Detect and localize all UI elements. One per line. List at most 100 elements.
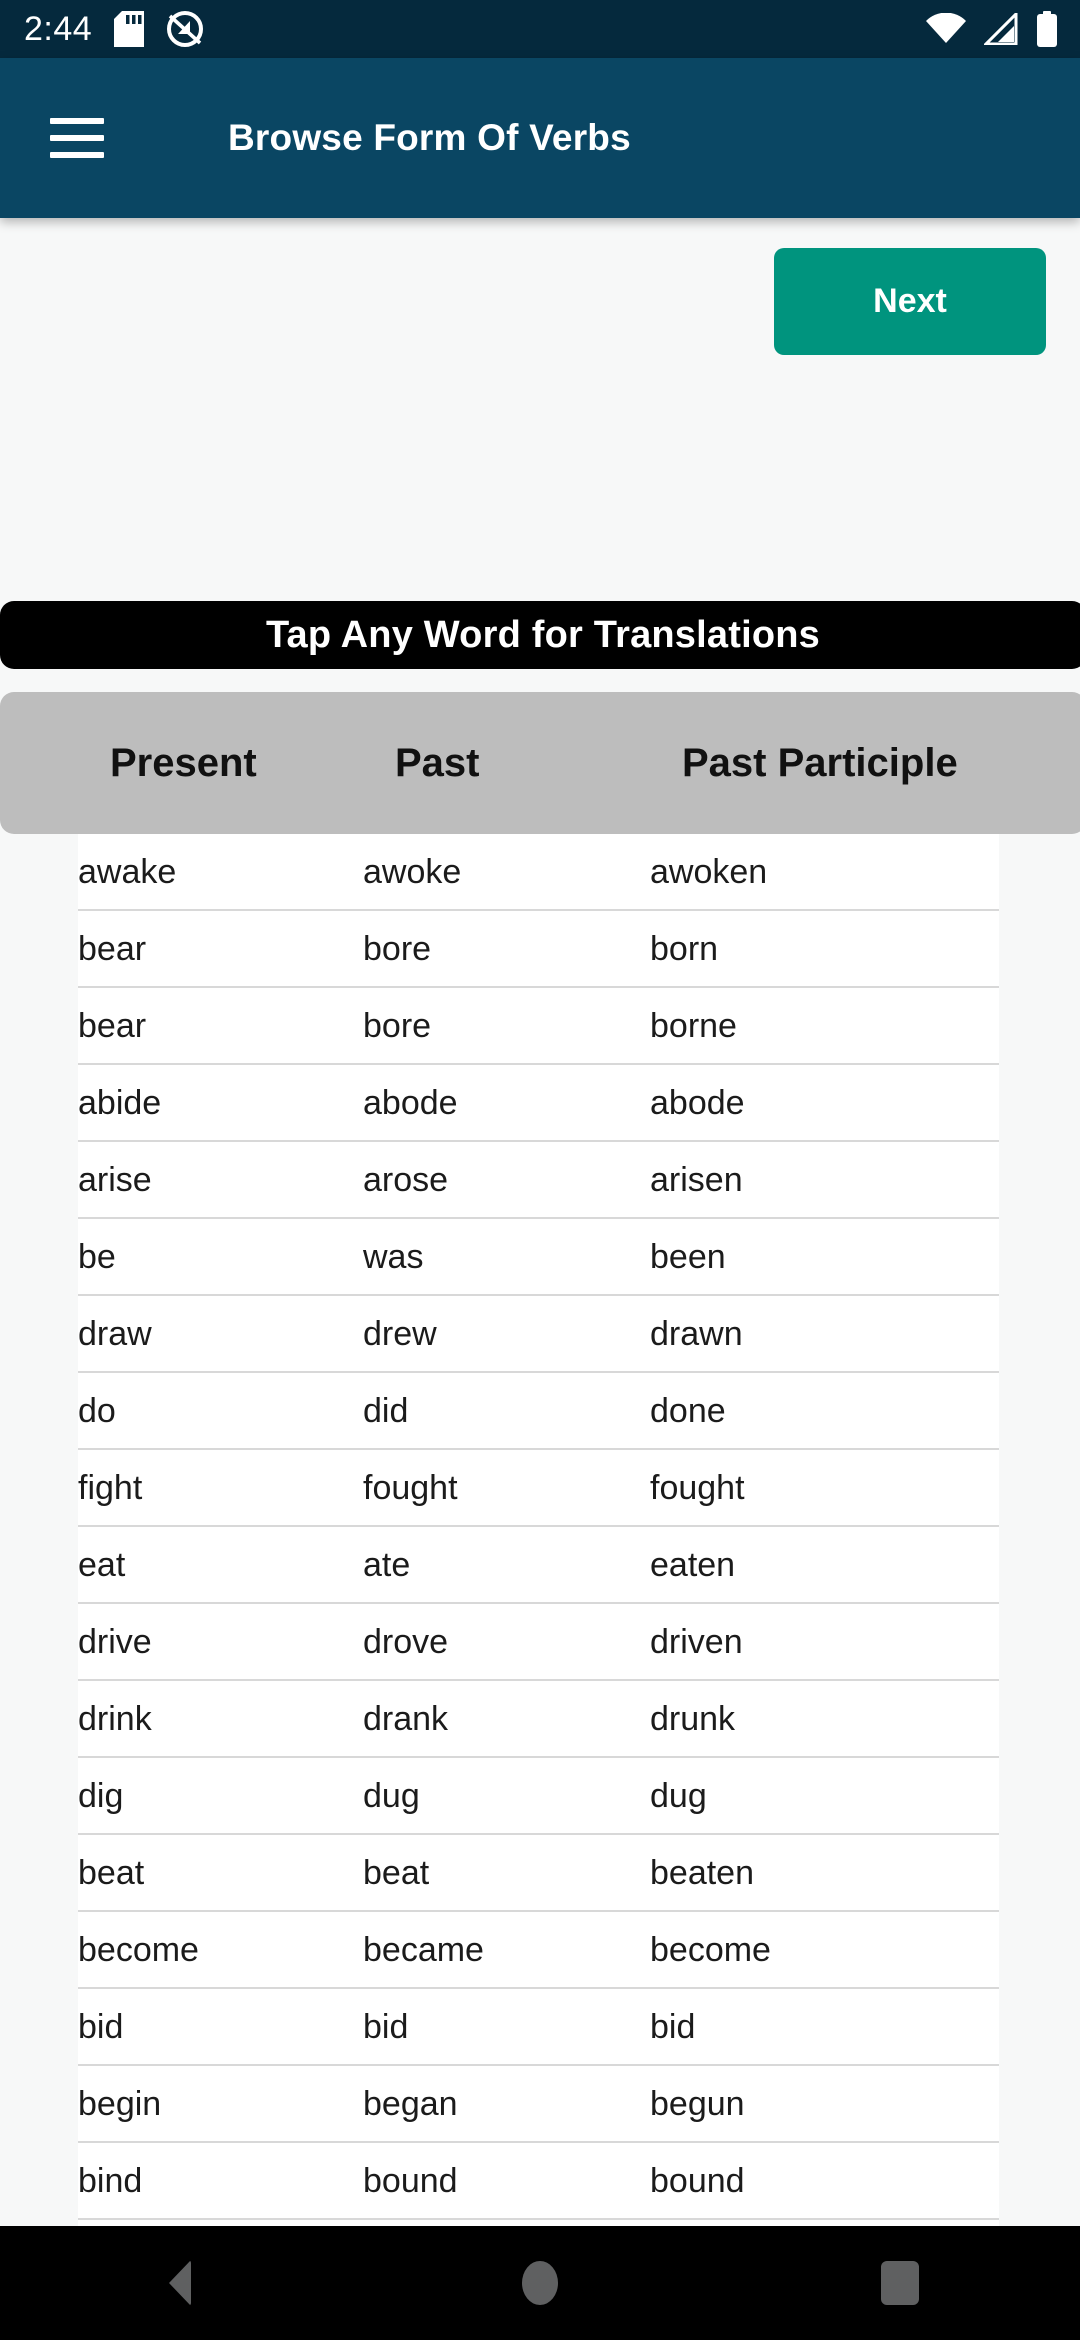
verb-cell[interactable]: awoken (650, 834, 767, 911)
table-row[interactable]: draw drew drawn (78, 1296, 999, 1373)
next-button[interactable]: Next (774, 248, 1046, 355)
table-row[interactable]: dig dug dug (78, 1758, 999, 1835)
hamburger-menu-icon[interactable] (50, 118, 104, 158)
verb-cell[interactable]: bid (650, 1989, 695, 2066)
verb-cell[interactable]: bound (363, 2143, 458, 2220)
table-row[interactable]: do did done (78, 1373, 999, 1450)
home-button[interactable] (480, 2226, 600, 2340)
verb-cell[interactable]: began (363, 2066, 458, 2143)
verb-cell[interactable]: abode (363, 1065, 458, 1142)
verb-cell[interactable]: bore (363, 988, 431, 1065)
verb-cell[interactable]: bind (78, 2143, 142, 2220)
verb-cell[interactable]: draw (78, 1296, 152, 1373)
verb-cell[interactable]: was (363, 1219, 423, 1296)
verb-cell[interactable]: drive (78, 1604, 152, 1681)
hamburger-bar (50, 152, 104, 158)
verb-cell[interactable]: abide (78, 1065, 161, 1142)
back-button[interactable] (120, 2226, 240, 2340)
app-bar: Browse Form Of Verbs (0, 58, 1080, 218)
verb-cell[interactable]: become (650, 1912, 771, 1989)
table-header-row: Present Past Past Participle (0, 692, 1080, 834)
verb-cell[interactable]: be (78, 1219, 116, 1296)
verb-cell[interactable]: awake (78, 834, 176, 911)
status-time: 2:44 (24, 10, 93, 48)
verb-cell[interactable]: fought (650, 1450, 745, 1527)
table-row[interactable]: eat ate eaten (78, 1527, 999, 1604)
verb-cell[interactable]: borne (650, 988, 737, 1065)
verb-cell[interactable]: arise (78, 1142, 152, 1219)
verb-cell[interactable]: eat (78, 1527, 125, 1604)
verb-cell[interactable]: born (650, 911, 718, 988)
verb-cell[interactable]: drew (363, 1296, 437, 1373)
verb-cell[interactable]: bear (78, 988, 146, 1065)
verb-cell[interactable]: beat (363, 1835, 429, 1912)
verb-cell[interactable]: bid (78, 1989, 123, 2066)
verb-cell[interactable]: fought (363, 1450, 458, 1527)
translations-banner[interactable]: Tap Any Word for Translations (0, 601, 1080, 669)
table-row[interactable]: become became become (78, 1912, 999, 1989)
column-header-past-participle: Past Participle (682, 740, 958, 785)
table-row[interactable]: awake awoke awoken (78, 834, 999, 911)
table-row[interactable]: bear bore born (78, 911, 999, 988)
recents-button[interactable] (840, 2226, 960, 2340)
verb-cell[interactable]: driven (650, 1604, 743, 1681)
table-row[interactable]: bid bid bid (78, 1989, 999, 2066)
verb-cell[interactable]: do (78, 1373, 116, 1450)
verb-cell[interactable]: ate (363, 1527, 410, 1604)
table-row[interactable]: bind bound bound (78, 2143, 999, 2220)
verb-cell[interactable]: eaten (650, 1527, 735, 1604)
column-header-past: Past (395, 740, 480, 785)
verb-cell[interactable]: became (363, 1912, 484, 1989)
hamburger-bar (50, 135, 104, 141)
verb-cell[interactable]: abode (650, 1065, 745, 1142)
recents-square-icon (881, 2261, 919, 2305)
verb-cell[interactable]: beat (78, 1835, 144, 1912)
sd-card-icon (114, 11, 145, 47)
verb-cell[interactable]: dug (363, 1758, 420, 1835)
android-navigation-bar (0, 2226, 1080, 2340)
verb-cell[interactable]: arisen (650, 1142, 743, 1219)
verb-cell[interactable]: dug (650, 1758, 707, 1835)
app-screen: 2:44 Browse Form Of Verbs Next Tap Any W… (0, 0, 1080, 2340)
verb-cell[interactable]: bore (363, 911, 431, 988)
verb-cell[interactable]: begun (650, 2066, 745, 2143)
table-row[interactable]: abide abode abode (78, 1065, 999, 1142)
battery-icon (1036, 11, 1058, 47)
table-row[interactable]: be was been (78, 1219, 999, 1296)
next-button-row: Next (0, 248, 1080, 355)
verb-cell[interactable]: drank (363, 1681, 448, 1758)
table-row[interactable]: drive drove driven (78, 1604, 999, 1681)
table-row[interactable]: bear bore borne (78, 988, 999, 1065)
verb-cell[interactable]: bid (363, 1989, 408, 2066)
verb-cell[interactable]: bear (78, 911, 146, 988)
column-header-present: Present (110, 740, 257, 785)
page-title: Browse Form Of Verbs (228, 117, 631, 158)
table-body: awake awoke awoken bear bore born bear bore born… (78, 834, 999, 2340)
table-row[interactable]: beat beat beaten (78, 1835, 999, 1912)
wifi-icon (926, 13, 966, 45)
verb-cell[interactable]: did (363, 1373, 408, 1450)
verb-cell[interactable]: arose (363, 1142, 448, 1219)
verb-cell[interactable]: drunk (650, 1681, 735, 1758)
verb-cell[interactable]: begin (78, 2066, 161, 2143)
table-row[interactable]: arise arose arisen (78, 1142, 999, 1219)
table-row[interactable]: drink drank drunk (78, 1681, 999, 1758)
verb-cell[interactable]: become (78, 1912, 199, 1989)
verb-cell[interactable]: drove (363, 1604, 448, 1681)
verb-cell[interactable]: done (650, 1373, 726, 1450)
verb-cell[interactable]: bound (650, 2143, 745, 2220)
verb-cell[interactable]: drawn (650, 1296, 743, 1373)
table-row[interactable]: begin began begun (78, 2066, 999, 2143)
verb-cell[interactable]: fight (78, 1450, 142, 1527)
hamburger-bar (50, 118, 104, 124)
verb-cell[interactable]: beaten (650, 1835, 754, 1912)
status-bar-right (926, 11, 1058, 47)
content-area: Next Tap Any Word for Translations Prese… (0, 218, 1080, 2340)
verb-cell[interactable]: drink (78, 1681, 152, 1758)
verb-cell[interactable]: been (650, 1219, 726, 1296)
table-row[interactable]: fight fought fought (78, 1450, 999, 1527)
status-bar-left: 2:44 (24, 10, 204, 48)
back-triangle-icon (169, 2260, 191, 2306)
verb-cell[interactable]: awoke (363, 834, 461, 911)
verb-cell[interactable]: dig (78, 1758, 123, 1835)
